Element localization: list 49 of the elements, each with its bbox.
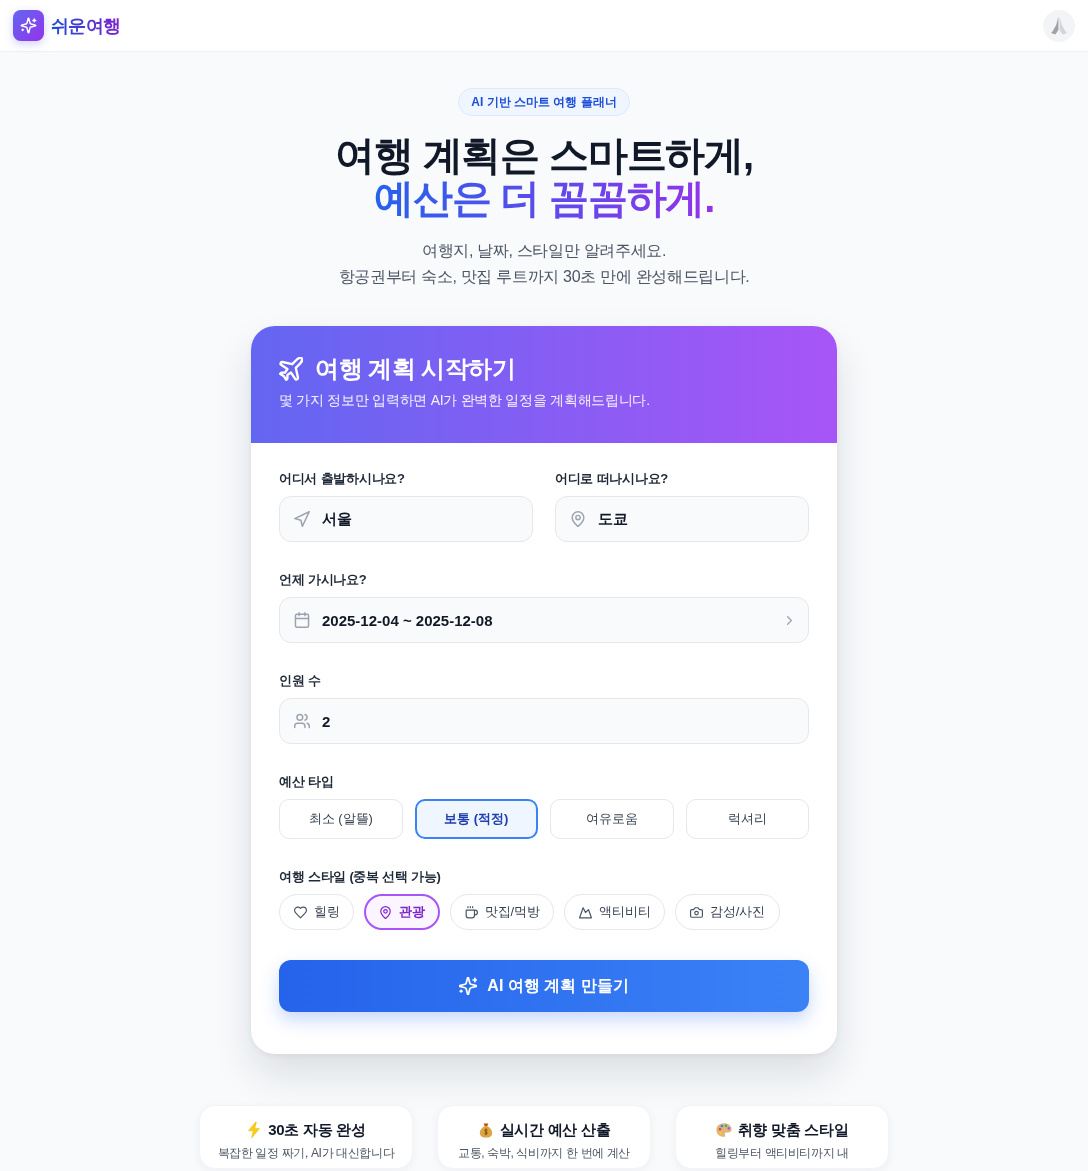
money-bag-icon [477, 1122, 494, 1138]
calendar-icon [294, 612, 310, 628]
hero-subtitle: 여행지, 날짜, 스타일만 알려주세요. [420, 241, 668, 261]
feature-title: 취향 맞춤 스타일 [737, 1120, 849, 1140]
field-label: 인원 수 [279, 673, 321, 689]
feature-description: 힐링부터 액티비티까지 내 [714, 1145, 850, 1162]
sparkle-logo-icon[interactable] [13, 10, 44, 41]
field-label: 어디로 떠나시나요? [555, 471, 668, 487]
hero-subtitle: 항공권부터 숙소, 맛집 루트까지 30초 만에 완성해드립니다. [338, 267, 750, 287]
origin-field[interactable]: 서울 [279, 496, 533, 542]
tagline-badge: AI 기반 스마트 여행 플래너 [458, 88, 630, 116]
camera-icon [690, 905, 704, 919]
headline: 여행 계획은 스마트하게, [335, 134, 753, 177]
feature-title: 30초 자동 완성 [268, 1120, 366, 1140]
feature-title: 실시간 예산 산출 [499, 1120, 611, 1140]
lightning-icon [246, 1122, 263, 1138]
feature-description: 복잡한 일정 짜기, AI가 대신합니다 [216, 1145, 396, 1162]
field-label: 예산 타입 [279, 774, 334, 790]
airplane-icon [279, 357, 303, 381]
feature-description: 교통, 숙박, 식비까지 한 번에 계산 [456, 1145, 632, 1162]
travelers-field[interactable]: 2 [279, 698, 809, 744]
budget-option[interactable]: 최소 (알뜰) [279, 799, 403, 839]
cup-icon [464, 905, 478, 919]
navigation-arrow-icon [294, 511, 310, 527]
map-pin-icon [570, 511, 586, 527]
style-chip[interactable]: 액티비티 [564, 894, 666, 930]
heart-icon [294, 905, 307, 919]
chevron-right-icon [787, 615, 792, 625]
destination-field[interactable]: 도쿄 [555, 496, 809, 542]
praying-hands-avatar-icon[interactable] [1043, 9, 1075, 42]
mountain-icon [579, 905, 593, 919]
planner-title: 여행 계획 시작하기 [315, 354, 516, 384]
users-icon [294, 713, 310, 729]
palette-icon [715, 1122, 732, 1138]
style-chip[interactable]: 감성/사진 [675, 894, 780, 930]
field-label: 언제 가시나요? [279, 572, 367, 588]
map-pin-icon [379, 905, 393, 919]
style-chip[interactable]: 관광 [364, 894, 440, 930]
planner-subtitle: 몇 가지 정보만 입력하면 AI가 완벽한 일정을 계획해드립니다. [279, 391, 651, 410]
budget-option[interactable]: 럭셔리 [685, 799, 809, 839]
sparkle-icon [459, 977, 478, 995]
date-range-field[interactable]: 2025-12-04 ~ 2025-12-08 [279, 597, 809, 643]
field-label: 여행 스타일 (중복 선택 가능) [279, 869, 441, 885]
style-chip[interactable]: 힐링 [279, 894, 355, 930]
field-label: 어디서 출발하시나요? [279, 471, 405, 487]
style-chip[interactable]: 맛집/먹방 [449, 894, 555, 930]
budget-option[interactable]: 보통 (적정) [414, 799, 538, 839]
create-plan-button[interactable]: AI 여행 계획 만들기 [279, 960, 809, 1012]
budget-option[interactable]: 여유로움 [550, 799, 674, 839]
